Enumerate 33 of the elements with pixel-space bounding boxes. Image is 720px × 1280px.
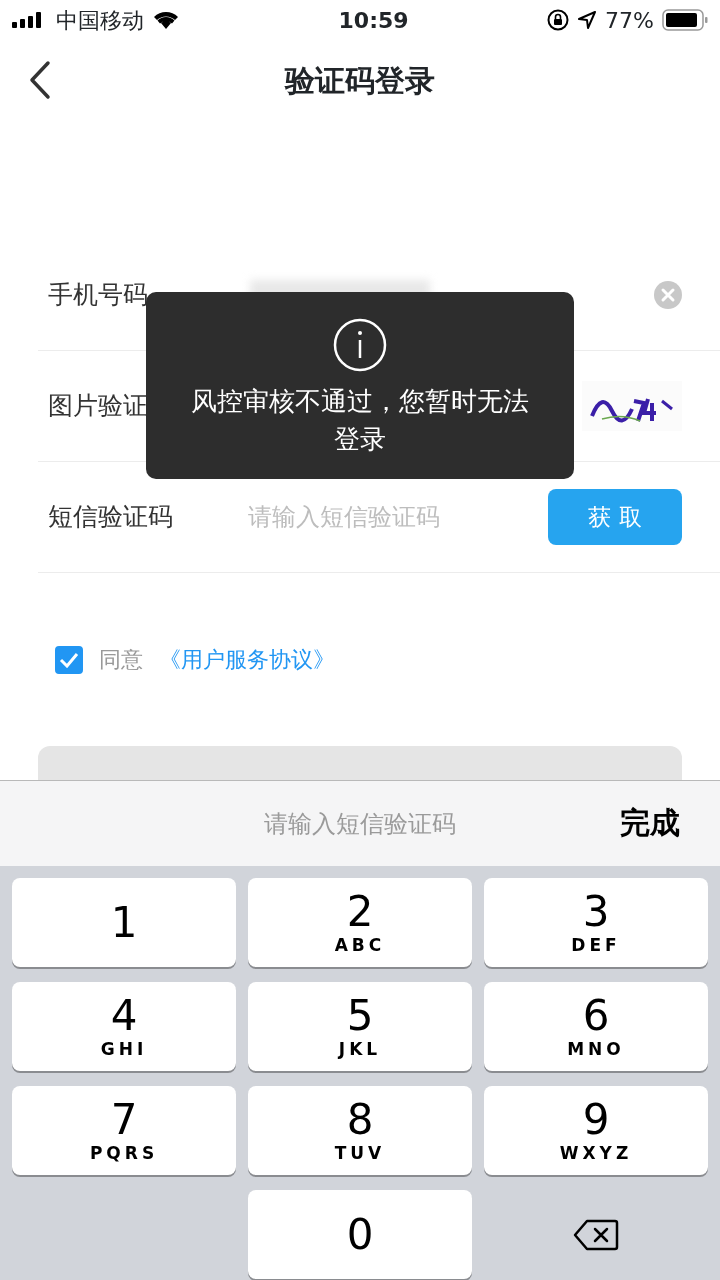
battery-icon <box>662 9 708 31</box>
keypad-key[interactable]: 4 GHI <box>12 982 236 1071</box>
page-title: 验证码登录 <box>285 61 435 100</box>
info-icon <box>333 318 387 372</box>
back-button[interactable] <box>28 60 52 100</box>
input-hint: 请输入短信验证码 <box>264 808 456 840</box>
keypad-key[interactable]: 3 DEF <box>484 878 708 967</box>
battery-percent: 77% <box>605 6 654 35</box>
check-icon <box>59 651 79 668</box>
field-label: 图片验证 <box>48 391 148 421</box>
clock-time: 10:59 <box>337 6 410 35</box>
field-label: 手机号码 <box>48 280 148 310</box>
agreement-checkbox[interactable] <box>55 645 83 674</box>
keypad-key[interactable]: 1 <box>12 878 236 967</box>
keypad-key[interactable]: 0 <box>248 1190 472 1279</box>
done-button[interactable]: 完成 <box>614 799 686 846</box>
back-icon <box>28 60 52 100</box>
clear-button[interactable] <box>654 281 682 309</box>
field-label: 短信验证码 <box>48 502 173 532</box>
keypad-key[interactable]: 8 TUV <box>248 1086 472 1175</box>
rotation-lock-icon <box>547 9 570 31</box>
location-icon <box>577 10 598 30</box>
keypad-key[interactable]: 6 MNO <box>484 982 708 1071</box>
agreement-text: 同意 <box>99 646 143 674</box>
keypad-key[interactable]: 5 JKL <box>248 982 472 1071</box>
toast-text: 风控审核不通过，您暂时无法登录 <box>190 385 530 456</box>
keypad-key[interactable]: 2 ABC <box>248 878 472 967</box>
carrier-name: 中国移动 <box>56 6 144 35</box>
keypad-key[interactable]: 9 WXYZ <box>484 1086 708 1175</box>
keypad-key[interactable]: 7 PQRS <box>12 1086 236 1175</box>
wifi-icon <box>152 10 180 30</box>
clear-icon <box>654 281 682 309</box>
backspace-icon <box>573 1218 619 1251</box>
